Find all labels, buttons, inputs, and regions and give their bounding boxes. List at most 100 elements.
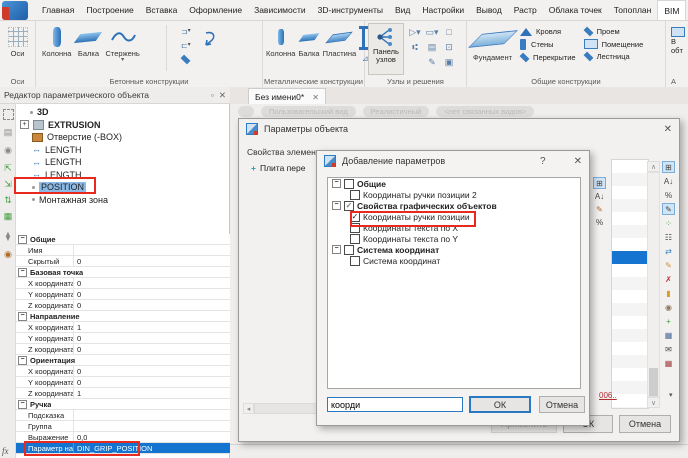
- edit-values-icon[interactable]: ✎: [593, 203, 606, 215]
- frame-tool-icon[interactable]: □: [441, 25, 457, 39]
- percent-icon[interactable]: %: [662, 189, 675, 201]
- rebar-shape-button[interactable]: ⊐ ▾: [176, 25, 196, 37]
- rebar-blob-button[interactable]: [176, 53, 196, 65]
- expander-icon[interactable]: −: [332, 245, 341, 254]
- list-icon[interactable]: ☷: [662, 231, 675, 243]
- ribbon-tab[interactable]: Построение: [80, 0, 139, 20]
- param-checkbox[interactable]: ✓: [350, 234, 360, 244]
- document-tab[interactable]: Без имени0* ✕: [248, 88, 326, 105]
- section-expander-icon[interactable]: −: [18, 356, 27, 365]
- view-pill[interactable]: <нет связанных видов>: [436, 106, 534, 117]
- metal-column-button[interactable]: Колонна: [266, 23, 295, 58]
- property-row[interactable]: − X координата 0: [16, 366, 230, 377]
- vertical-scrollbar[interactable]: [647, 172, 660, 397]
- property-row[interactable]: − Y координата 0: [16, 289, 230, 300]
- concrete-rod-button[interactable]: Стержень ▾: [105, 23, 139, 63]
- property-row[interactable]: − Имя: [16, 245, 230, 256]
- property-value[interactable]: 0: [74, 290, 81, 299]
- edit-pencil-icon[interactable]: ✎: [662, 259, 675, 271]
- property-row[interactable]: − X координата 1: [16, 322, 230, 333]
- opening-button[interactable]: Проем: [584, 27, 644, 36]
- export-icon[interactable]: ▤: [2, 126, 14, 138]
- box-tool-icon[interactable]: ▣: [441, 55, 457, 69]
- param-tree-row[interactable]: − ✓ Система координат: [328, 255, 580, 266]
- selected-list-row[interactable]: [612, 251, 648, 264]
- property-row[interactable]: − X координата 0: [16, 278, 230, 289]
- dialog-title-bar[interactable]: Добавление параметров ? ✕: [317, 151, 589, 171]
- ribbon-tab[interactable]: Настройки: [416, 0, 470, 20]
- tree-item-hole[interactable]: Отверстие (-BOX): [16, 131, 246, 144]
- edit-tool-icon[interactable]: ✎: [424, 55, 440, 69]
- param-checkbox[interactable]: ✓: [344, 245, 354, 255]
- edit-icon[interactable]: ✎: [662, 203, 675, 215]
- delete-icon[interactable]: ✗: [662, 273, 675, 285]
- expander-icon[interactable]: −: [332, 201, 341, 210]
- search-icon[interactable]: ◉: [2, 144, 14, 156]
- screen-tool-icon[interactable]: ▭▾: [424, 25, 440, 39]
- mail-check-icon[interactable]: ✉: [662, 343, 675, 355]
- property-row[interactable]: − Ручка: [16, 399, 230, 410]
- property-value[interactable]: 0: [74, 378, 81, 387]
- property-value[interactable]: 0: [74, 257, 81, 266]
- sort-az-icon[interactable]: А↓: [662, 175, 675, 187]
- property-value[interactable]: 0: [74, 334, 81, 343]
- element-tree-item[interactable]: + Плита пере: [251, 163, 305, 173]
- property-row[interactable]: − Ориентация: [16, 355, 230, 366]
- cancel-button[interactable]: Отмена: [539, 396, 585, 413]
- properties-list[interactable]: [611, 159, 649, 409]
- hook-icon[interactable]: [202, 29, 220, 53]
- settings-icon[interactable]: ⁘: [662, 217, 675, 229]
- param-tree-row[interactable]: − ✓ Общие: [328, 178, 580, 189]
- property-row[interactable]: − Y координата 0: [16, 377, 230, 388]
- add-height-icon[interactable]: ⇅: [2, 194, 14, 206]
- tree-item-3d[interactable]: 3D: [16, 106, 244, 119]
- filter-input[interactable]: [327, 397, 463, 412]
- pin-icon[interactable]: ▫: [211, 90, 214, 100]
- param-tree-row[interactable]: − ✓ Координаты ручки позиции 2: [328, 189, 580, 200]
- swap-icon[interactable]: ⇄: [662, 245, 675, 257]
- ribbon-tab[interactable]: Зависимости: [248, 0, 312, 20]
- add-row-icon[interactable]: +: [662, 315, 675, 327]
- sort-az-icon[interactable]: А↓: [593, 190, 606, 202]
- dropdown-icon[interactable]: ▾: [121, 58, 124, 63]
- walls-button[interactable]: Стены: [520, 39, 576, 50]
- tree-item-extrusion[interactable]: + EXTRUSION: [16, 119, 234, 132]
- foundation-button[interactable]: Фундамент: [473, 23, 512, 62]
- ribbon-tab[interactable]: Топоплан: [608, 0, 658, 20]
- calc-tool-icon[interactable]: ▤: [424, 40, 440, 54]
- scroll-down-icon[interactable]: ∨: [647, 397, 660, 408]
- property-row[interactable]: − Группа: [16, 421, 230, 432]
- property-value[interactable]: 0: [74, 345, 81, 354]
- property-value[interactable]: 1: [74, 389, 81, 398]
- categorize-icon[interactable]: ⊞: [662, 161, 675, 173]
- metal-beam-button[interactable]: Балка: [298, 23, 319, 58]
- clipped-tool-icon[interactable]: [671, 27, 685, 37]
- param-checkbox[interactable]: ✓: [344, 201, 354, 211]
- percent-icon[interactable]: %: [593, 216, 606, 228]
- view-pill[interactable]: Реалистичный: [363, 106, 430, 117]
- ribbon-tab[interactable]: Вид: [389, 0, 416, 20]
- ok-button[interactable]: ОК: [469, 396, 531, 413]
- cancel-button[interactable]: Отмена: [619, 415, 671, 433]
- concrete-beam-button[interactable]: Балка: [77, 23, 99, 58]
- bottom-value-link[interactable]: 006..: [599, 391, 617, 400]
- property-row[interactable]: − Базовая точка: [16, 267, 230, 278]
- add-width-icon[interactable]: ⇲: [2, 178, 14, 190]
- stairs-button[interactable]: Лестница: [584, 52, 644, 61]
- property-value[interactable]: 0: [74, 279, 81, 288]
- ribbon-tab[interactable]: 3D-инструменты: [312, 0, 389, 20]
- copy-frame-tool-icon[interactable]: ⊡: [441, 40, 457, 54]
- param-checkbox[interactable]: ✓: [344, 179, 354, 189]
- expander-icon[interactable]: −: [332, 179, 341, 188]
- property-row[interactable]: − Y координата 0: [16, 333, 230, 344]
- property-row[interactable]: − Направление: [16, 311, 230, 322]
- ribbon-tab[interactable]: Главная: [36, 0, 80, 20]
- tab-close-icon[interactable]: ✕: [312, 93, 319, 102]
- tree-item-length-1[interactable]: ↔ LENGTH: [16, 144, 246, 157]
- param-tree-row[interactable]: − ✓ Свойства графических объектов: [328, 200, 580, 211]
- floor-slab-button[interactable]: Перекрытие: [520, 53, 576, 62]
- join-tool-icon[interactable]: ⑆: [407, 40, 423, 54]
- room-button[interactable]: Помещение: [584, 39, 644, 49]
- section-expander-icon[interactable]: −: [18, 312, 27, 321]
- property-row[interactable]: − Z координата 1: [16, 388, 230, 399]
